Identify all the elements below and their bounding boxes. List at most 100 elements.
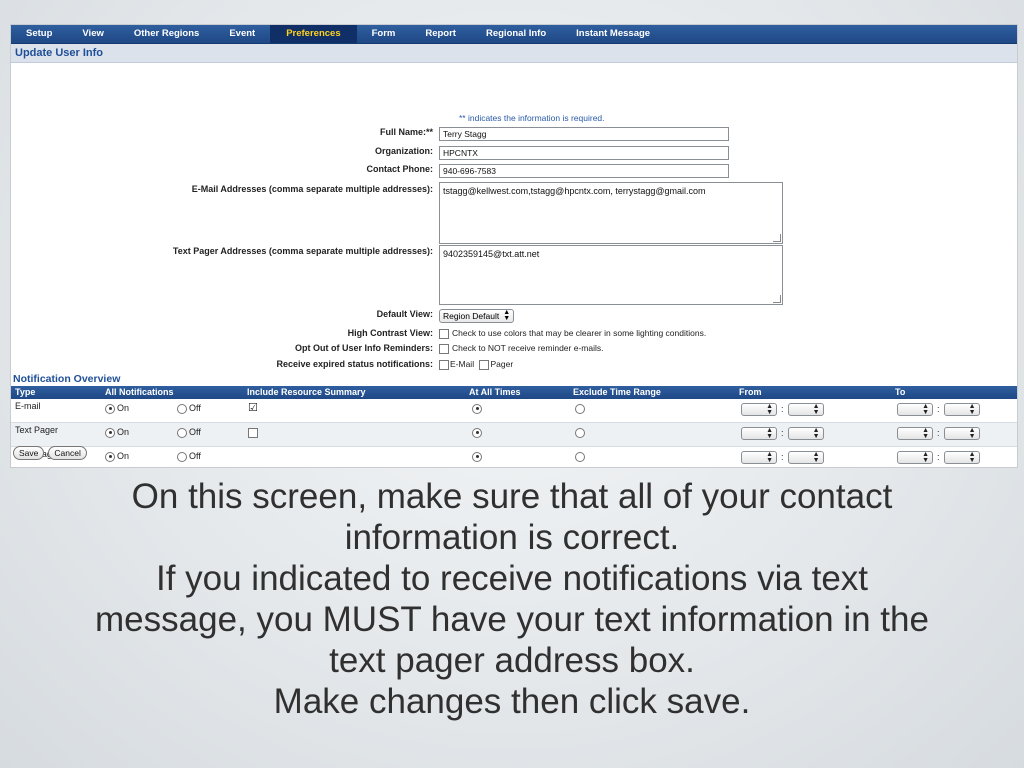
from-time: ▲ ▼: ▲ ▼ [741, 427, 824, 440]
off-label: Off [189, 403, 201, 413]
default-view-select[interactable]: Region Default ▲ ▼ [439, 309, 515, 323]
from-minute-select[interactable]: ▲ ▼ [787, 427, 824, 440]
col-to: To [895, 387, 906, 397]
from-time: ▲ ▼: ▲ ▼ [741, 403, 824, 416]
at-all-times-radio[interactable] [472, 451, 482, 462]
text-pager-value: 9402359145@txt.att.net [443, 249, 540, 259]
cancel-button[interactable]: Cancel [48, 446, 87, 460]
nav-event[interactable]: Event [214, 25, 270, 43]
at-all-times-radio[interactable] [472, 403, 482, 414]
opt-out-checkbox[interactable] [439, 343, 449, 354]
updown-arrows-icon: ▲ ▼ [968, 403, 976, 416]
all-on-radio[interactable] [105, 403, 115, 414]
expired-email-checkbox[interactable] [439, 359, 449, 370]
nav-setup[interactable]: Setup [11, 25, 67, 43]
table-row: E-mail On Off ☑ ▲ ▼: ▲ ▼ ▲ ▼: ▲ ▼ [11, 399, 1017, 423]
caption-line: information is correct. [344, 518, 680, 557]
updown-arrows-icon: ▲ ▼ [812, 403, 820, 416]
exclude-range-radio-wrap [575, 427, 587, 438]
from-minute-select[interactable]: ▲ ▼ [787, 403, 824, 416]
summary-checkbox-checked[interactable]: ☑ [248, 401, 258, 414]
at-all-times-radio[interactable] [472, 427, 482, 438]
top-nav: Setup View Other Regions Event Preferenc… [11, 25, 1017, 44]
caption-line: If you indicated to receive notification… [155, 559, 869, 598]
expired-status-label: Receive expired status notifications: [276, 359, 433, 369]
required-note: ** indicates the information is required… [459, 113, 605, 123]
col-from: From [739, 387, 762, 397]
all-off-radio[interactable] [177, 427, 187, 438]
time-colon: : [937, 403, 940, 414]
nav-other-regions[interactable]: Other Regions [119, 25, 214, 43]
exclude-range-radio-wrap [575, 403, 587, 414]
all-off-radio[interactable] [177, 451, 187, 462]
all-off-radio[interactable] [177, 403, 187, 414]
time-colon: : [781, 403, 784, 414]
nav-view[interactable]: View [67, 25, 118, 43]
off-label: Off [189, 427, 201, 437]
caption-line: Make changes then click save. [273, 682, 751, 721]
table-row: Web Page On Off ▲▼:▲▼ ▲▼:▲▼ [11, 447, 1017, 467]
all-on-radio-row: On [105, 427, 129, 438]
from-hour-select[interactable]: ▲ ▼ [741, 403, 777, 416]
summary-checkbox[interactable] [248, 427, 258, 438]
from-time: ▲ ▼: ▲ ▼ [741, 451, 824, 464]
default-view-label: Default View: [376, 309, 433, 319]
to-hour-select[interactable]: ▲ ▼ [897, 451, 933, 464]
nav-report[interactable]: Report [410, 25, 471, 43]
to-minute-select[interactable]: ▲ ▼ [943, 451, 980, 464]
full-name-input[interactable]: Terry Stagg [439, 127, 729, 141]
summary-checkbox-wrap [248, 427, 261, 438]
email-addresses-value: tstagg@kellwest.com,tstagg@hpcntx.com, t… [443, 186, 706, 196]
notification-table-body: E-mail On Off ☑ ▲ ▼: ▲ ▼ ▲ ▼: ▲ ▼ Text Pager O… [11, 399, 1017, 467]
to-minute-select[interactable]: ▲ ▼ [943, 427, 980, 440]
exclude-range-radio[interactable] [575, 403, 585, 414]
to-hour-select[interactable]: ▲ ▼ [897, 403, 933, 416]
resize-grip-icon[interactable] [773, 234, 781, 242]
all-on-radio[interactable] [105, 451, 115, 462]
all-off-radio-row: Off [177, 403, 201, 414]
save-button[interactable]: Save [13, 446, 45, 460]
update-user-info-title: Update User Info [11, 44, 1017, 63]
text-pager-textarea[interactable]: 9402359145@txt.att.net [439, 245, 783, 305]
from-minute-select[interactable]: ▲ ▼ [787, 451, 824, 464]
resize-grip-icon[interactable] [773, 295, 781, 303]
contact-phone-label: Contact Phone: [366, 164, 434, 174]
high-contrast-row: Check to use colors that may be clearer … [439, 328, 706, 339]
opt-out-row: Check to NOT receive reminder e-mails. [439, 343, 603, 354]
high-contrast-checkbox[interactable] [439, 328, 449, 339]
nav-preferences[interactable]: Preferences [270, 25, 357, 43]
slide-caption: On this screen, make sure that all of yo… [0, 476, 1024, 722]
all-on-radio[interactable] [105, 427, 115, 438]
exclude-range-radio-wrap [575, 451, 587, 462]
from-hour-select[interactable]: ▲ ▼ [741, 451, 777, 464]
to-hour-select[interactable]: ▲ ▼ [897, 427, 933, 440]
exclude-range-radio[interactable] [575, 451, 585, 462]
all-on-radio-row: On [105, 403, 129, 414]
form-buttons: Save Cancel [13, 446, 87, 460]
time-colon: : [937, 451, 940, 462]
all-on-radio-row: On [105, 451, 129, 462]
updown-arrows-icon: ▲ ▼ [766, 427, 773, 440]
opt-out-label: Opt Out of User Info Reminders: [294, 343, 433, 353]
nav-regional-info[interactable]: Regional Info [471, 25, 561, 43]
notification-overview-title: Notification Overview [13, 373, 121, 385]
at-all-times-radio-wrap [472, 451, 484, 462]
col-at-all-times: At All Times [469, 387, 521, 397]
from-hour-select[interactable]: ▲ ▼ [741, 427, 777, 440]
contact-phone-input[interactable]: 940-696-7583 [439, 164, 729, 178]
notification-table-header: Type All Notifications Include Resource … [11, 386, 1017, 399]
table-row: Text Pager On Off ▲ ▼: ▲ ▼ ▲ ▼: ▲ ▼ [11, 423, 1017, 447]
expired-pager-checkbox[interactable] [479, 359, 490, 370]
nav-form[interactable]: Form [357, 25, 411, 43]
to-minute-select[interactable]: ▲ ▼ [943, 403, 980, 416]
organization-input[interactable]: HPCNTX [439, 146, 729, 160]
time-colon: : [937, 427, 940, 438]
on-label: On [117, 403, 130, 413]
all-off-radio-row: Off [177, 427, 201, 438]
updown-arrows-icon: ▲ ▼ [968, 427, 976, 440]
col-all-notifications: All Notifications [105, 387, 174, 397]
exclude-range-radio[interactable] [575, 427, 585, 438]
nav-instant-message[interactable]: Instant Message [561, 25, 665, 43]
expired-pager-text: Pager [490, 359, 514, 369]
email-addresses-textarea[interactable]: tstagg@kellwest.com,tstagg@hpcntx.com, t… [439, 182, 783, 244]
